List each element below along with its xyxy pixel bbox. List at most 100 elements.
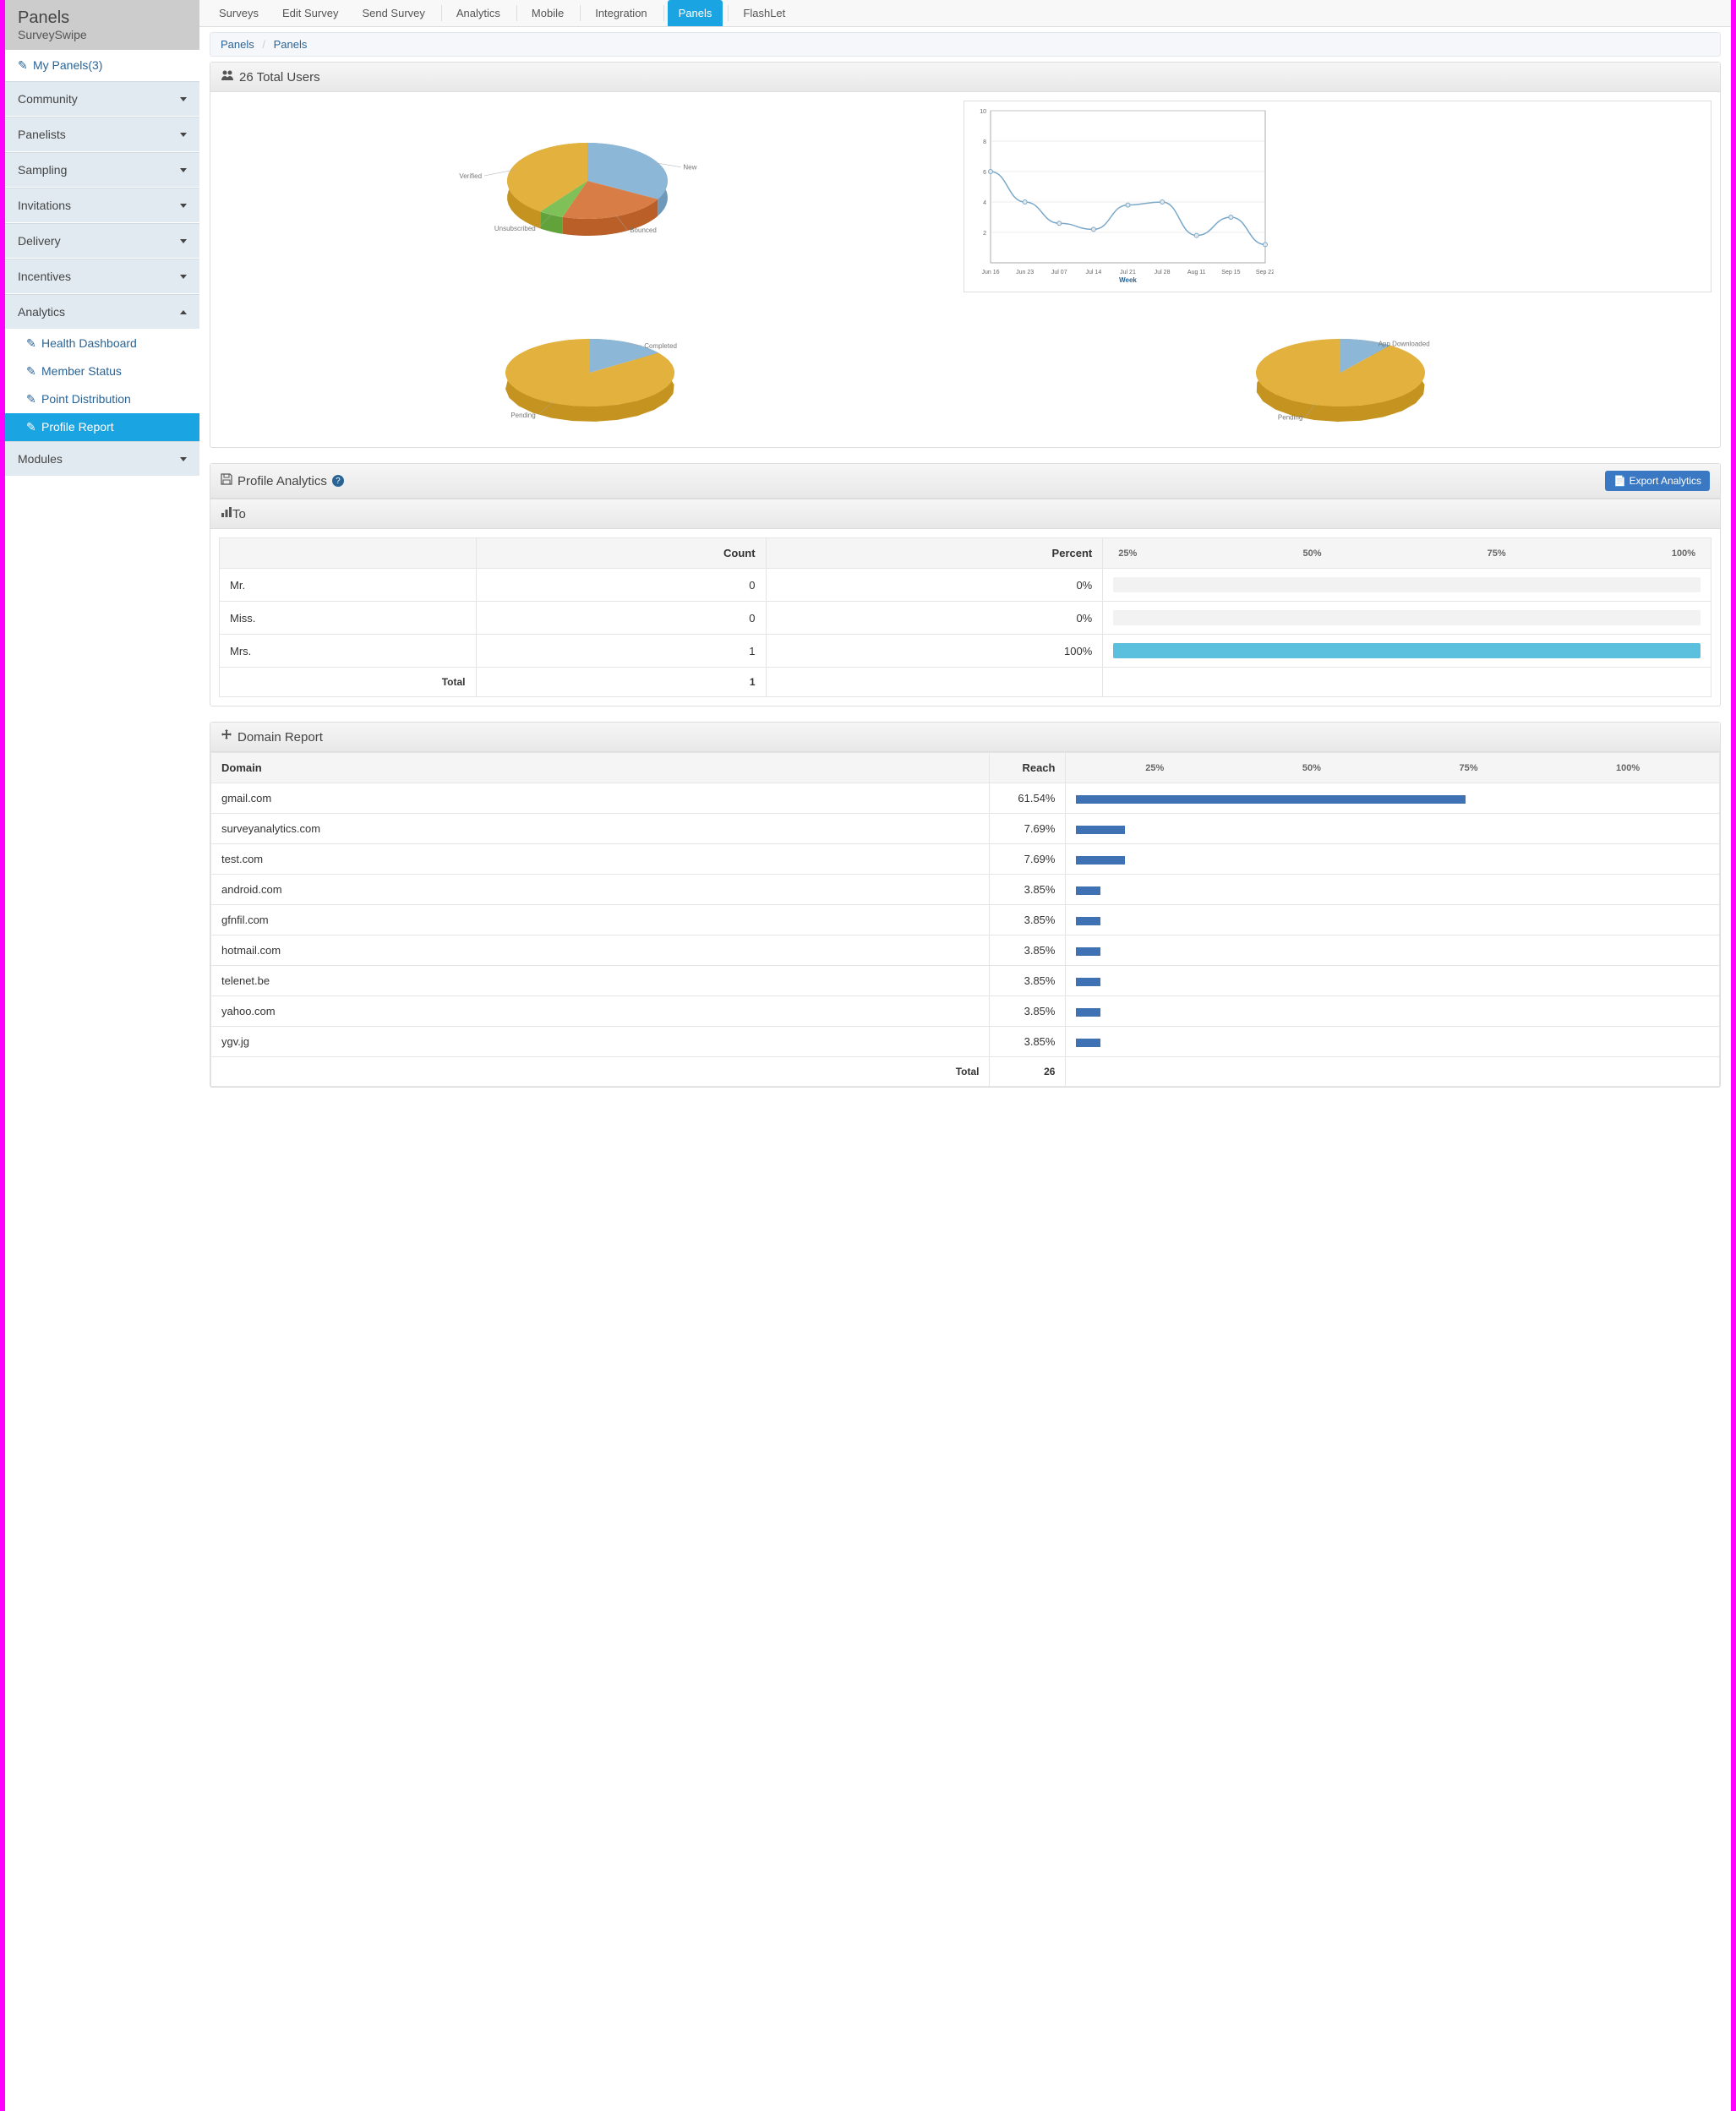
row-domain: yahoo.com — [211, 996, 990, 1027]
sidebar-item-member-status[interactable]: ✎Member Status — [5, 357, 199, 385]
svg-text:App Downloaded: App Downloaded — [1378, 340, 1430, 347]
sidebar-item-point-distribution[interactable]: ✎Point Distribution — [5, 385, 199, 413]
chevron-down-icon — [180, 204, 187, 208]
sidebar-item-profile-report[interactable]: ✎Profile Report — [5, 413, 199, 441]
svg-text:Jul 14: Jul 14 — [1086, 270, 1102, 275]
svg-text:Jul 07: Jul 07 — [1051, 270, 1067, 275]
domain-report-title: Domain Report — [237, 730, 323, 745]
sidebar-section-label: Sampling — [18, 163, 67, 177]
domain-table: Domain Reach 25% 50% 75% 100% — [210, 752, 1720, 1087]
svg-text:Jun 23: Jun 23 — [1016, 270, 1034, 275]
domain-th-axis: 25% 50% 75% 100% — [1066, 753, 1720, 783]
table-row: surveyanalytics.com 7.69% — [211, 814, 1720, 844]
tab-integration[interactable]: Integration — [584, 0, 658, 26]
chevron-down-icon — [180, 457, 187, 461]
to-th-percent: Percent — [766, 538, 1103, 569]
tab-send-survey[interactable]: Send Survey — [351, 0, 435, 26]
svg-text:New: New — [683, 164, 696, 172]
sidebar-section-analytics[interactable]: Analytics — [5, 294, 199, 330]
tab-analytics[interactable]: Analytics — [445, 0, 511, 26]
svg-text:Week: Week — [1119, 276, 1137, 284]
my-panels-link[interactable]: ✎My Panels(3) — [5, 50, 199, 81]
domain-th-reach: Reach — [990, 753, 1066, 783]
svg-text:Verified: Verified — [459, 172, 482, 180]
tab-edit-survey[interactable]: Edit Survey — [271, 0, 349, 26]
row-bar — [1066, 783, 1720, 814]
row-reach: 7.69% — [990, 844, 1066, 875]
total-users-panel: 26 Total Users New Bounced Unsubscribed Ver… — [210, 62, 1721, 448]
row-label: Miss. — [220, 602, 477, 635]
export-analytics-button[interactable]: 📄 Export Analytics — [1605, 471, 1710, 491]
tab-surveys[interactable]: Surveys — [208, 0, 270, 26]
total-users-title: 26 Total Users — [239, 70, 320, 85]
users-icon — [221, 69, 234, 85]
row-domain: test.com — [211, 844, 990, 875]
sidebar-section-invitations[interactable]: Invitations — [5, 188, 199, 223]
svg-text:Jun 16: Jun 16 — [981, 270, 999, 275]
breadcrumb-link-0[interactable]: Panels — [221, 38, 254, 51]
row-bar — [1066, 844, 1720, 875]
table-row: Miss. 0 0% — [220, 602, 1711, 635]
row-bar — [1066, 814, 1720, 844]
sidebar-item-label: Profile Report — [41, 420, 114, 434]
breadcrumb-link-1[interactable]: Panels — [274, 38, 308, 51]
sidebar-section-label: Modules — [18, 452, 63, 466]
domain-th-domain: Domain — [211, 753, 990, 783]
sidebar-section-delivery[interactable]: Delivery — [5, 223, 199, 259]
to-footer-count: 1 — [476, 668, 766, 697]
sidebar-section-incentives[interactable]: Incentives — [5, 259, 199, 294]
row-label: Mrs. — [220, 635, 477, 668]
svg-text:Bounced: Bounced — [630, 226, 657, 234]
breadcrumb-separator: / — [262, 38, 265, 51]
main-content: SurveysEdit SurveySend Survey Analytics Mo… — [199, 0, 1731, 2111]
row-percent: 0% — [766, 602, 1103, 635]
row-bar — [1103, 635, 1711, 668]
table-row: test.com 7.69% — [211, 844, 1720, 875]
edit-icon: ✎ — [26, 420, 38, 434]
sidebar-section-community[interactable]: Community — [5, 81, 199, 117]
table-row: gmail.com 61.54% — [211, 783, 1720, 814]
sidebar-item-label: Point Distribution — [41, 392, 131, 406]
row-label: Mr. — [220, 569, 477, 602]
sidebar-section-modules[interactable]: Modules — [5, 441, 199, 477]
edit-icon: ✎ — [18, 58, 30, 73]
table-row: gfnfil.com 3.85% — [211, 905, 1720, 935]
sidebar-item-health-dashboard[interactable]: ✎Health Dashboard — [5, 330, 199, 357]
sidebar-item-label: Health Dashboard — [41, 336, 137, 350]
row-domain: gfnfil.com — [211, 905, 990, 935]
svg-text:Jul 28: Jul 28 — [1155, 270, 1171, 275]
table-row: hotmail.com 3.85% — [211, 935, 1720, 966]
sidebar-section-label: Invitations — [18, 199, 71, 212]
row-bar — [1066, 966, 1720, 996]
table-row: ygv.jg 3.85% — [211, 1027, 1720, 1057]
domain-report-panel: Domain Report Domain Reach 25% 50% 75% — [210, 722, 1721, 1088]
row-bar — [1066, 996, 1720, 1027]
profile-analytics-header: Profile Analytics ? 📄 Export Analytics — [210, 464, 1720, 499]
tab-flashlet[interactable]: FlashLet — [732, 0, 796, 26]
sidebar-section-label: Delivery — [18, 234, 61, 248]
tab-mobile[interactable]: Mobile — [521, 0, 575, 26]
status-pie-chart: New Bounced Unsubscribed Verified — [219, 101, 955, 292]
chevron-down-icon — [180, 239, 187, 243]
row-domain: android.com — [211, 875, 990, 905]
row-reach: 7.69% — [990, 814, 1066, 844]
sidebar-item-label: Member Status — [41, 364, 122, 378]
help-icon[interactable]: ? — [332, 475, 344, 487]
row-bar — [1066, 905, 1720, 935]
sidebar-section-label: Community — [18, 92, 78, 106]
tab-panels[interactable]: Panels — [668, 0, 723, 26]
row-bar — [1103, 569, 1711, 602]
row-count: 1 — [476, 635, 766, 668]
svg-text:Unsubscribed: Unsubscribed — [494, 225, 535, 232]
profile-analytics-title: Profile Analytics — [237, 474, 327, 488]
table-row: Mrs. 1 100% — [220, 635, 1711, 668]
row-domain: hotmail.com — [211, 935, 990, 966]
sidebar-section-panelists[interactable]: Panelists — [5, 117, 199, 152]
svg-text:10: 10 — [980, 109, 986, 115]
row-domain: ygv.jg — [211, 1027, 990, 1057]
chevron-down-icon — [180, 168, 187, 172]
weekly-line-chart: 246810Jun 16Jun 23Jul 07Jul 14Jul 21Jul … — [964, 101, 1711, 292]
edit-icon: ✎ — [26, 392, 38, 406]
row-bar — [1103, 602, 1711, 635]
sidebar-section-sampling[interactable]: Sampling — [5, 152, 199, 188]
